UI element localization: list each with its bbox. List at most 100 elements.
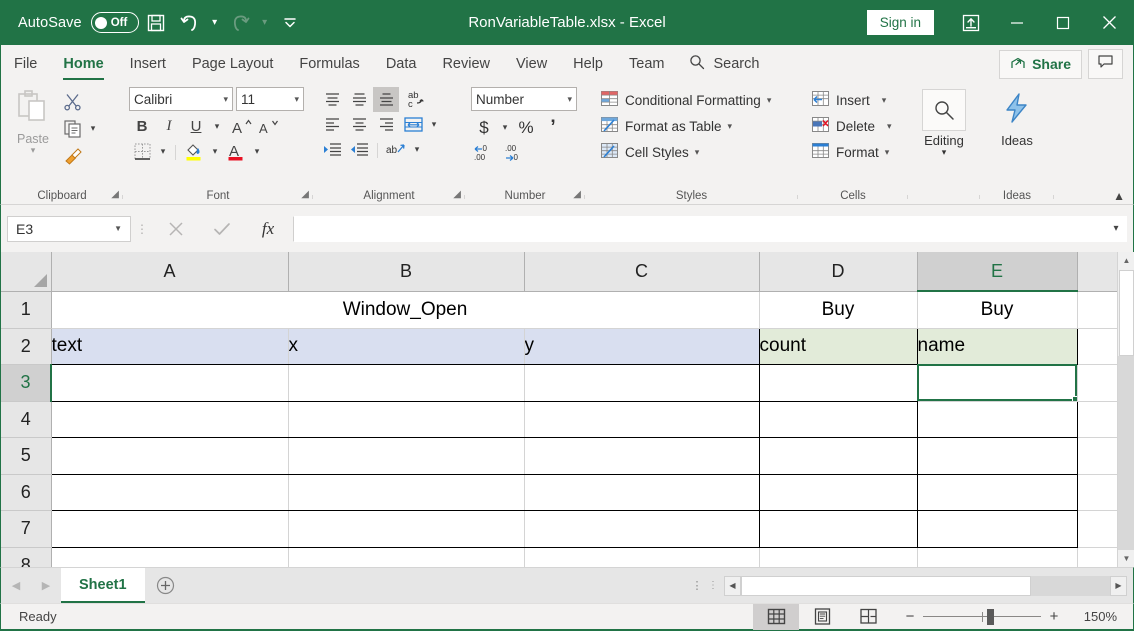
borders-icon[interactable] [129, 139, 155, 164]
font-size-chevron-down-icon[interactable]: ▾ [290, 94, 299, 105]
insert-cells-button[interactable]: Insert ▾ [806, 87, 891, 113]
horizontal-scroll-track[interactable] [741, 575, 1110, 596]
cell-a6[interactable] [50, 474, 289, 511]
delete-cells-button[interactable]: Delete ▾ [806, 113, 897, 139]
zoom-slider-thumb[interactable] [987, 608, 994, 625]
cell-a3[interactable] [50, 364, 289, 402]
row-header-2[interactable]: 2 [1, 328, 52, 365]
cell-c2[interactable]: y [524, 327, 760, 365]
cell-a8[interactable] [51, 547, 289, 567]
editing-chevron-down-icon[interactable]: ▾ [942, 148, 947, 157]
cell-styles-button[interactable]: Cell Styles ▾ [595, 139, 704, 165]
wrap-text-icon[interactable]: ab [383, 137, 409, 162]
vertical-scroll-track[interactable] [1118, 356, 1134, 550]
cell-e2[interactable]: name [917, 327, 1078, 365]
column-header-f-partial[interactable] [1077, 252, 1119, 292]
align-center-icon[interactable] [346, 112, 372, 137]
tab-file[interactable]: File [1, 45, 50, 83]
cell-f5[interactable] [1077, 437, 1119, 475]
zoom-in-plus-icon[interactable]: + [1041, 604, 1067, 630]
comments-button[interactable] [1088, 49, 1123, 79]
cell-f4[interactable] [1077, 401, 1119, 438]
select-all-corner[interactable] [1, 252, 52, 292]
copy-chevron-down-icon[interactable]: ▾ [86, 116, 100, 141]
cell-c8[interactable] [524, 547, 760, 567]
next-sheet-icon[interactable]: ▶ [31, 568, 61, 603]
comma-style-icon[interactable]: ’ [540, 115, 566, 140]
collapse-ribbon-icon[interactable]: ▲ [1113, 189, 1125, 203]
font-family-chevron-down-icon[interactable]: ▾ [219, 94, 228, 105]
row-header-3[interactable]: 3 [1, 364, 52, 402]
tab-view[interactable]: View [503, 45, 560, 83]
maximize-icon[interactable] [1040, 0, 1086, 45]
tab-data[interactable]: Data [373, 45, 430, 83]
cell-f1[interactable] [1077, 291, 1119, 329]
format-as-table-chevron-down-icon[interactable]: ▾ [728, 121, 733, 132]
editing-button[interactable]: Editing ▾ [914, 87, 974, 157]
name-box-chevron-down-icon[interactable]: ▼ [114, 224, 122, 233]
cell-c6[interactable] [524, 474, 760, 511]
tab-help[interactable]: Help [560, 45, 616, 83]
decrease-font-size-button[interactable]: A [256, 114, 282, 139]
decrease-indent-icon[interactable] [319, 137, 345, 162]
tab-formulas[interactable]: Formulas [286, 45, 372, 83]
cell-d7[interactable] [759, 510, 918, 548]
cell-e1[interactable]: Buy [917, 291, 1078, 329]
align-middle-icon[interactable] [346, 87, 372, 112]
increase-indent-icon[interactable] [346, 137, 372, 162]
format-painter-icon[interactable] [59, 143, 85, 168]
cell-f3[interactable] [1077, 364, 1119, 402]
normal-view-icon[interactable] [753, 603, 799, 630]
formula-input[interactable] [293, 215, 1105, 242]
delete-chevron-down-icon[interactable]: ▾ [881, 121, 892, 132]
cell-styles-chevron-down-icon[interactable]: ▾ [695, 147, 700, 158]
vertical-scroll-thumb[interactable] [1119, 270, 1134, 356]
cell-b7[interactable] [288, 510, 525, 548]
format-chevron-down-icon[interactable]: ▾ [885, 147, 890, 158]
decrease-decimal-icon[interactable]: 0.00 [471, 140, 501, 165]
cell-b5[interactable] [288, 437, 525, 475]
scroll-right-arrow-icon[interactable]: ▶ [1110, 575, 1127, 596]
zoom-level-label[interactable]: 150% [1067, 609, 1123, 624]
autosave-toggle[interactable]: Off [90, 12, 139, 33]
row-header-6[interactable]: 6 [1, 474, 52, 511]
horizontal-scroll-thumb[interactable] [741, 575, 1031, 596]
font-color-chevron-down-icon[interactable]: ▾ [250, 139, 264, 164]
undo-dropdown-chevron-down-icon[interactable]: ▾ [207, 6, 223, 40]
underline-button[interactable]: U [183, 114, 209, 139]
copy-icon[interactable] [59, 116, 85, 141]
cell-c3[interactable] [524, 364, 760, 402]
number-dialog-launcher-icon[interactable]: ◢ [573, 189, 581, 200]
insert-chevron-down-icon[interactable]: ▾ [876, 95, 887, 106]
cell-a2[interactable]: text [50, 327, 289, 365]
cell-e3-active[interactable] [917, 364, 1078, 402]
cell-d2[interactable]: count [759, 327, 918, 365]
cell-a5[interactable] [50, 437, 289, 475]
column-header-a[interactable]: A [51, 252, 289, 292]
cell-f7[interactable] [1077, 510, 1119, 548]
cancel-icon[interactable] [153, 216, 199, 242]
cell-a7[interactable] [50, 510, 289, 548]
horizontal-split-grip[interactable]: ⋮ [708, 568, 718, 603]
conditional-formatting-button[interactable]: Conditional Formatting ▾ [595, 87, 776, 113]
paste-button[interactable]: Paste ▾ [7, 87, 59, 155]
format-as-table-button[interactable]: Format as Table ▾ [595, 113, 737, 139]
align-left-icon[interactable] [319, 112, 345, 137]
clipboard-dialog-launcher-icon[interactable]: ◢ [111, 189, 119, 200]
cell-e8[interactable] [917, 547, 1078, 567]
cell-e7[interactable] [917, 510, 1078, 548]
cell-e4[interactable] [917, 401, 1078, 438]
expand-formula-bar-icon[interactable]: ▾ [1105, 215, 1127, 242]
scroll-down-arrow-icon[interactable]: ▼ [1118, 550, 1134, 567]
merge-and-center-icon[interactable] [400, 112, 426, 137]
scissors-icon[interactable] [59, 89, 85, 114]
percent-style-icon[interactable]: % [513, 115, 539, 140]
currency-icon[interactable]: $ [471, 115, 497, 140]
insert-function-icon[interactable]: fx [245, 216, 291, 242]
row-header-5[interactable]: 5 [1, 437, 52, 475]
cell-d4[interactable] [759, 401, 918, 438]
cell-d8[interactable] [759, 547, 918, 567]
column-header-b[interactable]: B [288, 252, 525, 292]
scroll-up-arrow-icon[interactable]: ▲ [1118, 252, 1134, 269]
horizontal-scrollbar[interactable]: ◀ ▶ [718, 568, 1133, 603]
